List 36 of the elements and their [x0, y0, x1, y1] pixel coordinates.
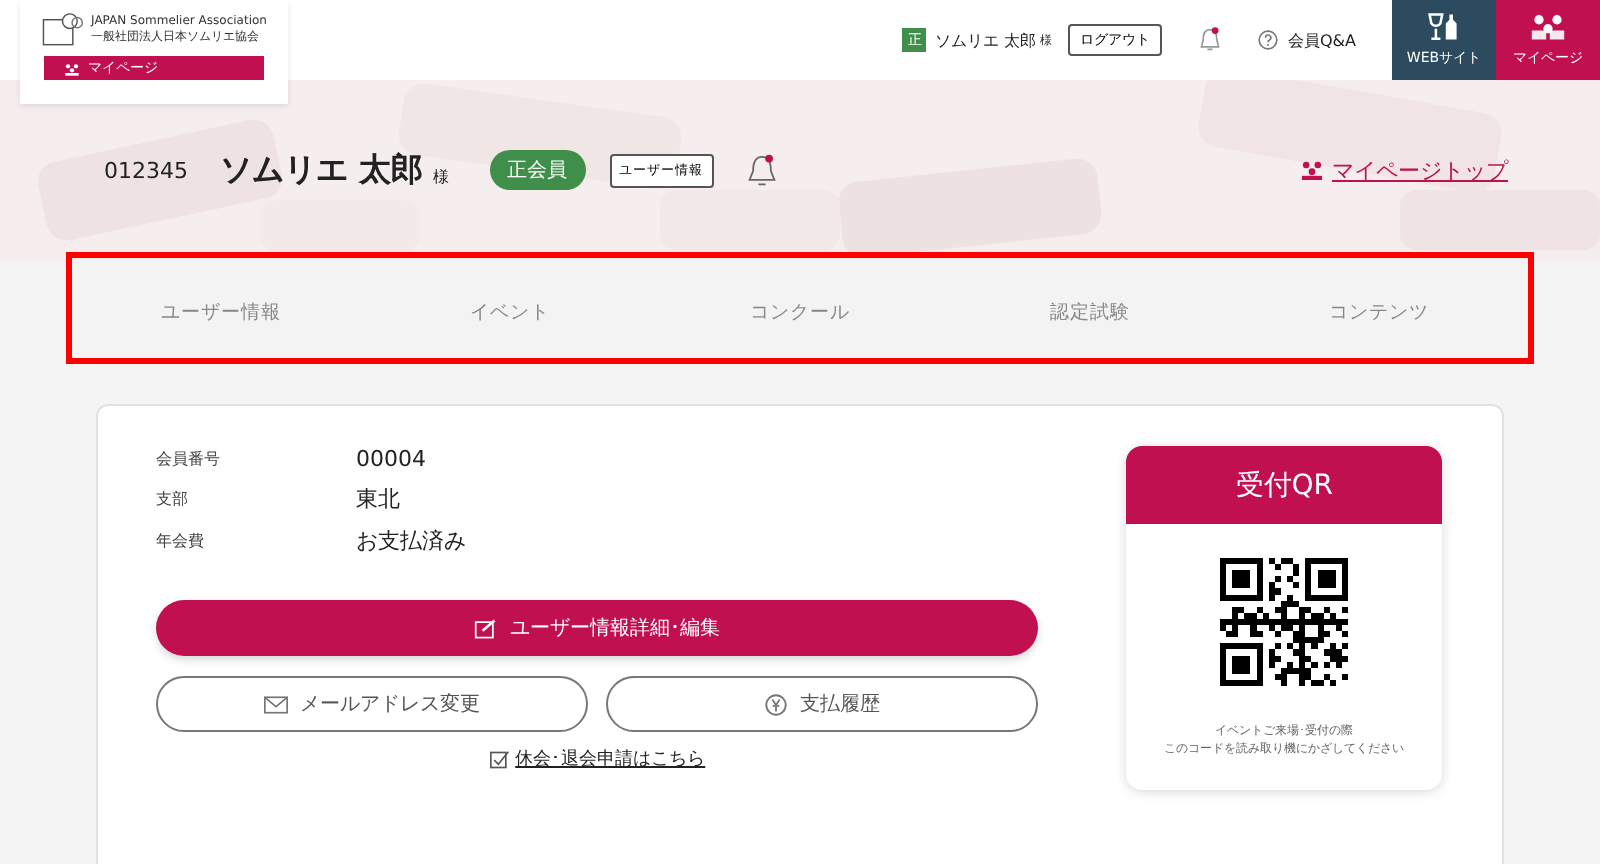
nav-tab[interactable]: イベント — [365, 260, 656, 364]
nav-tab[interactable]: ユーザー情報 — [76, 260, 366, 364]
nav-tab[interactable]: コンクール — [655, 260, 945, 364]
withdraw-link[interactable]: 休会･退会申請はこちら — [489, 746, 706, 772]
field-value: 東北 — [356, 484, 402, 514]
bell-icon[interactable] — [745, 151, 778, 189]
yen-icon — [764, 693, 789, 715]
member-id: 012345 — [104, 157, 188, 183]
nav-tab[interactable]: コンテンツ — [1234, 260, 1524, 364]
member-name: ソムリエ 太郎 — [220, 149, 424, 191]
qr-title: 受付QR — [1126, 446, 1442, 524]
user-name: ソムリエ 太郎 — [934, 29, 1036, 51]
field-value: お支払済み — [356, 526, 468, 556]
logo-icon — [41, 12, 86, 48]
status-badge: 正会員 — [489, 150, 586, 190]
envelope-icon — [264, 693, 289, 715]
mypage-top-link[interactable]: マイページトップ — [1300, 155, 1508, 185]
honorific: 様 — [433, 165, 450, 187]
field-label: 年会費 — [156, 530, 206, 552]
edit-icon — [474, 617, 499, 639]
help-link[interactable]: 会員Q&A — [1257, 29, 1356, 51]
bell-icon[interactable] — [1197, 26, 1222, 54]
people-icon — [1530, 12, 1566, 42]
field-value: 00004 — [356, 446, 428, 472]
field-label: 支部 — [156, 488, 190, 510]
payment-history-button[interactable]: 支払履歴 — [606, 676, 1039, 732]
checkbox-icon — [489, 749, 510, 769]
nav-tab[interactable]: 認定試験 — [944, 260, 1235, 364]
question-icon — [1257, 30, 1278, 50]
field-label: 会員番号 — [156, 448, 222, 470]
people-icon — [64, 61, 80, 75]
email-button[interactable]: メールアドレス変更 — [156, 676, 589, 732]
people-icon — [1300, 160, 1324, 180]
wine-icon — [1426, 12, 1462, 42]
qr-code — [1220, 558, 1349, 686]
edit-button[interactable]: ユーザー情報詳細･編集 — [156, 600, 1039, 656]
